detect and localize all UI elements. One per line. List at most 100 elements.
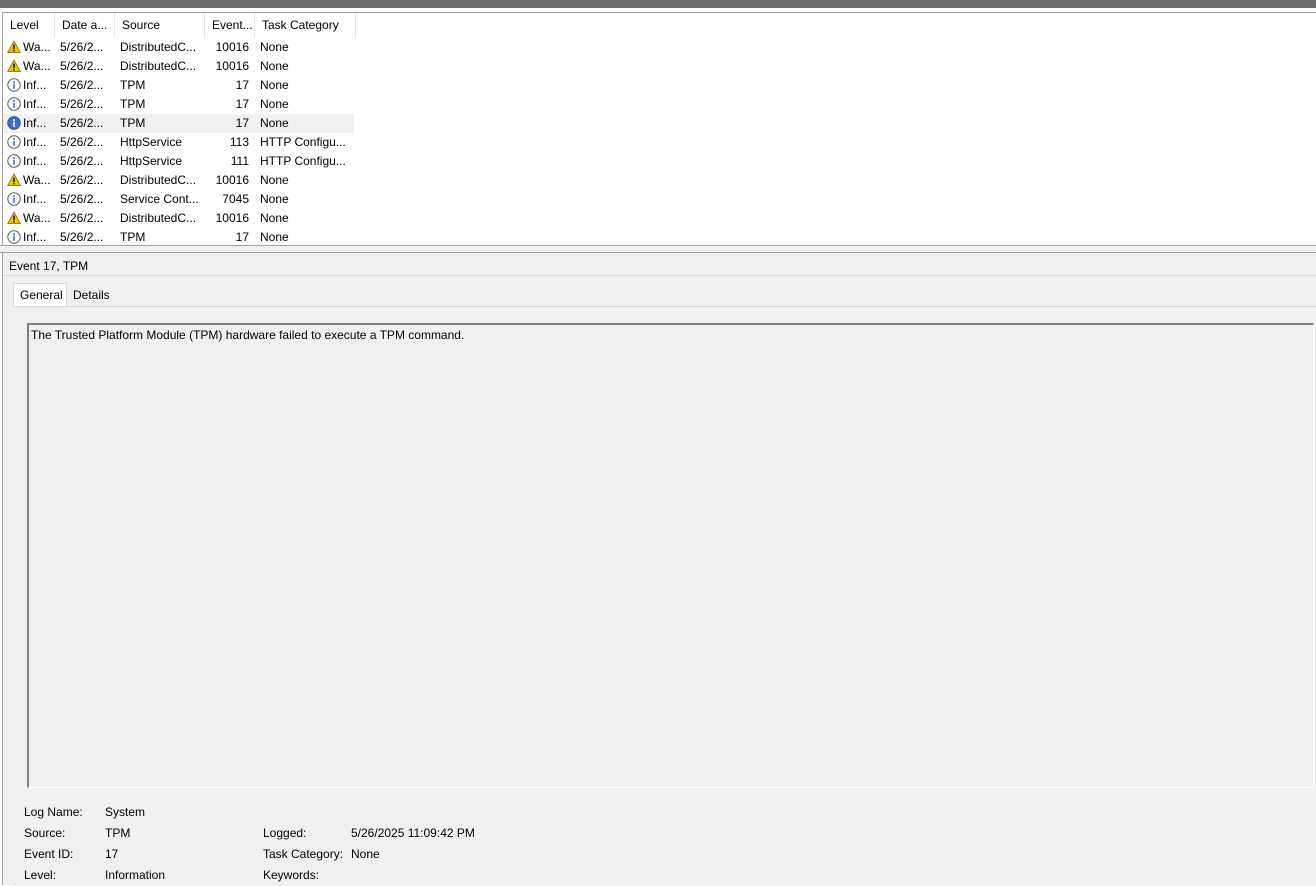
date-cell: 5/26/2... [60,40,104,54]
level-cell: Wa... [7,209,55,228]
logged-value: 5/26/2025 11:09:42 PM [351,826,475,840]
task-category-label: Task Category: [263,847,344,861]
source-cell: TPM [120,78,146,92]
level-text: Inf... [23,192,47,206]
column-headers: Level Date a... Source Event... Task Cat… [3,13,356,38]
level-text: Wa... [23,59,51,73]
table-row[interactable]: Inf... 5/26/2... HttpService 111 HTTP Config… [3,152,354,171]
column-header-source[interactable]: Source [115,13,205,38]
level-text: Inf... [23,78,47,92]
event-id-cell: 17 [235,97,249,111]
tab-details[interactable]: Details [67,285,111,306]
warning-icon [7,211,21,225]
event-id-value: 17 [105,847,119,861]
info-icon [7,97,21,111]
event-id-cell: 7045 [222,192,249,206]
event-description-text: The Trusted Platform Module (TPM) hardwa… [31,328,465,342]
date-cell: 5/26/2... [60,97,104,111]
event-id-cell: 10016 [215,40,249,54]
info-icon [7,116,21,130]
column-header-date[interactable]: Date a... [55,13,115,38]
task-category-cell: None [260,230,289,244]
info-icon [7,135,21,149]
level-value: Information [105,868,166,882]
event-description[interactable]: The Trusted Platform Module (TPM) hardwa… [27,323,1314,788]
keywords-label: Keywords: [263,868,320,882]
source-cell: TPM [120,116,146,130]
source-cell: DistributedC... [120,211,197,225]
event-detail-pane: Event 17, TPM General Details The Truste… [2,253,1316,886]
column-header-task-category[interactable]: Task Category [255,13,356,38]
tab-general[interactable]: General [13,283,67,307]
event-list[interactable]: Level Date a... Source Event... Task Cat… [2,12,1316,246]
level-cell: Inf... [7,133,55,152]
task-category-cell: None [260,173,289,187]
source-cell: TPM [120,230,146,244]
event-id-cell: 10016 [215,59,249,73]
source-cell: DistributedC... [120,173,197,187]
level-text: Inf... [23,135,47,149]
detail-title: Event 17, TPM [9,259,89,273]
task-category-value: None [351,847,380,861]
window-title-strip [0,0,1316,8]
date-cell: 5/26/2... [60,230,104,244]
logged-label: Logged: [263,826,307,840]
level-text: Wa... [23,211,51,225]
level-cell: Wa... [7,57,55,76]
date-cell: 5/26/2... [60,116,104,130]
level-cell: Inf... [7,228,55,246]
column-header-level[interactable]: Level [3,13,55,38]
table-row[interactable]: Inf... 5/26/2... HttpService 113 HTTP Config… [3,133,354,152]
level-cell: Inf... [7,114,55,133]
level-cell: Inf... [7,76,55,95]
task-category-cell: None [260,97,289,111]
task-category-cell: None [260,40,289,54]
table-row[interactable]: Inf... 5/26/2... TPM 17 None [3,76,354,95]
level-cell: Wa... [7,171,55,190]
table-row[interactable]: Wa... 5/26/2... DistributedC... 10016 None [3,57,354,76]
table-row[interactable]: Wa... 5/26/2... DistributedC... 10016 None [3,38,354,57]
event-id-cell: 17 [235,230,249,244]
level-cell: Inf... [7,95,55,114]
pane-splitter[interactable] [0,245,1316,253]
table-row[interactable]: Wa... 5/26/2... DistributedC... 10016 None [3,209,354,228]
source-cell: HttpService [120,135,183,149]
date-cell: 5/26/2... [60,211,104,225]
event-id-cell: 17 [235,78,249,92]
task-category-cell: None [260,211,289,225]
level-label: Level: [24,868,57,882]
table-row[interactable]: Inf... 5/26/2... TPM 17 None [3,228,354,246]
source-value: TPM [105,826,131,840]
task-category-cell: HTTP Configu... [260,154,346,168]
date-cell: 5/26/2... [60,173,104,187]
level-text: Inf... [23,154,47,168]
column-header-event-id[interactable]: Event... [205,13,255,38]
event-id-cell: 10016 [215,211,249,225]
info-icon [7,78,21,92]
level-cell: Inf... [7,152,55,171]
date-cell: 5/26/2... [60,192,104,206]
log-name-label: Log Name: [24,805,83,819]
source-cell: Service Cont... [120,192,199,206]
table-row[interactable]: Inf... 5/26/2... Service Cont... 7045 None [3,190,354,209]
task-category-cell: None [260,59,289,73]
source-cell: DistributedC... [120,40,197,54]
divider [3,275,1316,276]
source-cell: HttpService [120,154,183,168]
level-cell: Wa... [7,38,55,57]
task-category-cell: HTTP Configu... [260,135,346,149]
date-cell: 5/26/2... [60,78,104,92]
tab-general-panel: The Trusted Platform Module (TPM) hardwa… [13,306,1316,886]
warning-icon [7,173,21,187]
level-text: Wa... [23,40,51,54]
table-row[interactable]: Inf... 5/26/2... TPM 17 None [3,95,354,114]
task-category-cell: None [260,192,289,206]
info-icon [7,154,21,168]
event-id-cell: 17 [235,116,249,130]
table-row[interactable]: Wa... 5/26/2... DistributedC... 10016 None [3,171,354,190]
date-cell: 5/26/2... [60,135,104,149]
level-cell: Inf... [7,190,55,209]
date-cell: 5/26/2... [60,59,104,73]
source-cell: TPM [120,97,146,111]
table-row[interactable]: Inf... 5/26/2... TPM 17 None [3,114,354,133]
